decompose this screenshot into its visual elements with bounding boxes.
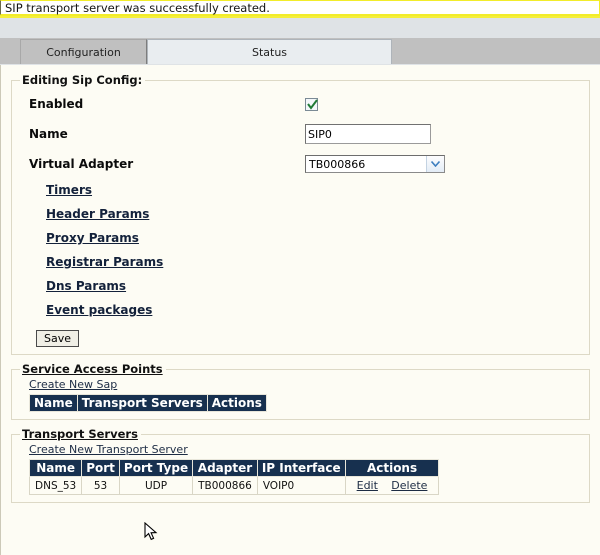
- link-dns-params[interactable]: Dns Params: [46, 279, 126, 293]
- sip-config-section: Editing Sip Config: Enabled Name Virtual…: [11, 73, 590, 355]
- sap-col-transport-servers: Transport Servers: [76, 394, 208, 412]
- top-gap: [1, 65, 600, 73]
- field-row-enabled: Enabled: [20, 89, 581, 119]
- name-input[interactable]: [305, 124, 431, 144]
- page-content: Editing Sip Config: Enabled Name Virtual…: [0, 65, 600, 555]
- ts-cell-port: 53: [81, 476, 120, 495]
- tab-spacer-right: [392, 39, 600, 64]
- transport-servers-legend: Transport Servers: [22, 427, 138, 441]
- create-new-sap-link[interactable]: Create New Sap: [29, 378, 117, 391]
- link-row-registrar-params: Registrar Params: [20, 255, 581, 279]
- link-header-params[interactable]: Header Params: [46, 207, 149, 221]
- create-new-transport-server-link[interactable]: Create New Transport Server: [29, 443, 188, 456]
- chevron-down-icon[interactable]: [426, 156, 444, 172]
- link-proxy-params[interactable]: Proxy Params: [46, 231, 139, 245]
- save-button[interactable]: Save: [36, 330, 80, 347]
- tab-status[interactable]: Status: [147, 39, 392, 64]
- check-icon: [307, 99, 318, 110]
- ts-cell-actions: Edit Delete: [344, 476, 440, 495]
- ts-cell-ip-interface: VOIP0: [256, 476, 346, 495]
- table-header-row: Name Port Port Type Adapter IP Interface…: [28, 459, 440, 477]
- virtual-adapter-value: TB000866: [309, 157, 366, 171]
- sap-col-name: Name: [29, 394, 78, 412]
- mouse-cursor-icon: [144, 521, 158, 542]
- enabled-label: Enabled: [29, 97, 84, 111]
- link-registrar-params[interactable]: Registrar Params: [46, 255, 163, 269]
- tab-configuration[interactable]: Configuration: [20, 39, 147, 64]
- link-event-packages[interactable]: Event packages: [46, 303, 152, 317]
- link-row-timers: Timers: [20, 183, 581, 207]
- transport-servers-table: Name Port Port Type Adapter IP Interface…: [28, 459, 440, 495]
- field-row-name: Name: [20, 119, 581, 149]
- service-access-points-table: Name Transport Servers Actions: [29, 394, 267, 412]
- ts-col-actions: Actions: [344, 459, 440, 477]
- tab-status-label: Status: [251, 46, 288, 59]
- name-label: Name: [29, 127, 68, 141]
- table-row: DNS_53 53 UDP TB000866 VOIP0 Edit Delete: [28, 476, 440, 495]
- service-access-points-section: Service Access Points Create New Sap Nam…: [11, 362, 590, 420]
- virtual-adapter-select[interactable]: TB000866: [305, 155, 445, 173]
- delete-link[interactable]: Delete: [391, 479, 427, 492]
- sap-create-link-row: Create New Sap: [20, 378, 581, 391]
- service-access-points-legend: Service Access Points: [22, 362, 163, 376]
- ts-cell-name: DNS_53: [28, 476, 83, 495]
- sip-config-links: Timers Header Params Proxy Params Regist…: [20, 179, 581, 327]
- notification-banner: SIP transport server was successfully cr…: [0, 0, 600, 16]
- table-header-row: Name Transport Servers Actions: [29, 394, 267, 412]
- link-row-proxy-params: Proxy Params: [20, 231, 581, 255]
- field-row-virtual-adapter: Virtual Adapter TB000866: [20, 149, 581, 179]
- tab-strip: Configuration Status: [0, 18, 600, 65]
- sap-col-actions: Actions: [206, 394, 267, 412]
- tab-configuration-label: Configuration: [46, 46, 121, 59]
- virtual-adapter-label: Virtual Adapter: [29, 157, 134, 171]
- transport-servers-body: DNS_53 53 UDP TB000866 VOIP0 Edit Delete: [28, 476, 440, 495]
- link-timers[interactable]: Timers: [46, 183, 92, 197]
- enabled-checkbox[interactable]: [305, 97, 318, 111]
- ts-col-adapter: Adapter: [192, 459, 258, 477]
- ts-col-port-type: Port Type: [118, 459, 194, 477]
- notification-message: SIP transport server was successfully cr…: [0, 0, 600, 15]
- ts-cell-adapter: TB000866: [192, 476, 258, 495]
- transport-servers-section: Transport Servers Create New Transport S…: [11, 427, 590, 503]
- sip-config-legend: Editing Sip Config:: [22, 73, 143, 87]
- ts-col-ip-interface: IP Interface: [256, 459, 346, 477]
- link-row-header-params: Header Params: [20, 207, 581, 231]
- tab-spacer-left: [0, 39, 20, 64]
- link-row-event-packages: Event packages: [20, 303, 581, 327]
- ts-cell-port-type: UDP: [118, 476, 194, 495]
- link-row-dns-params: Dns Params: [20, 279, 581, 303]
- ts-col-name: Name: [28, 459, 83, 477]
- ts-create-link-row: Create New Transport Server: [20, 443, 581, 456]
- ts-col-port: Port: [81, 459, 120, 477]
- edit-link[interactable]: Edit: [357, 479, 378, 492]
